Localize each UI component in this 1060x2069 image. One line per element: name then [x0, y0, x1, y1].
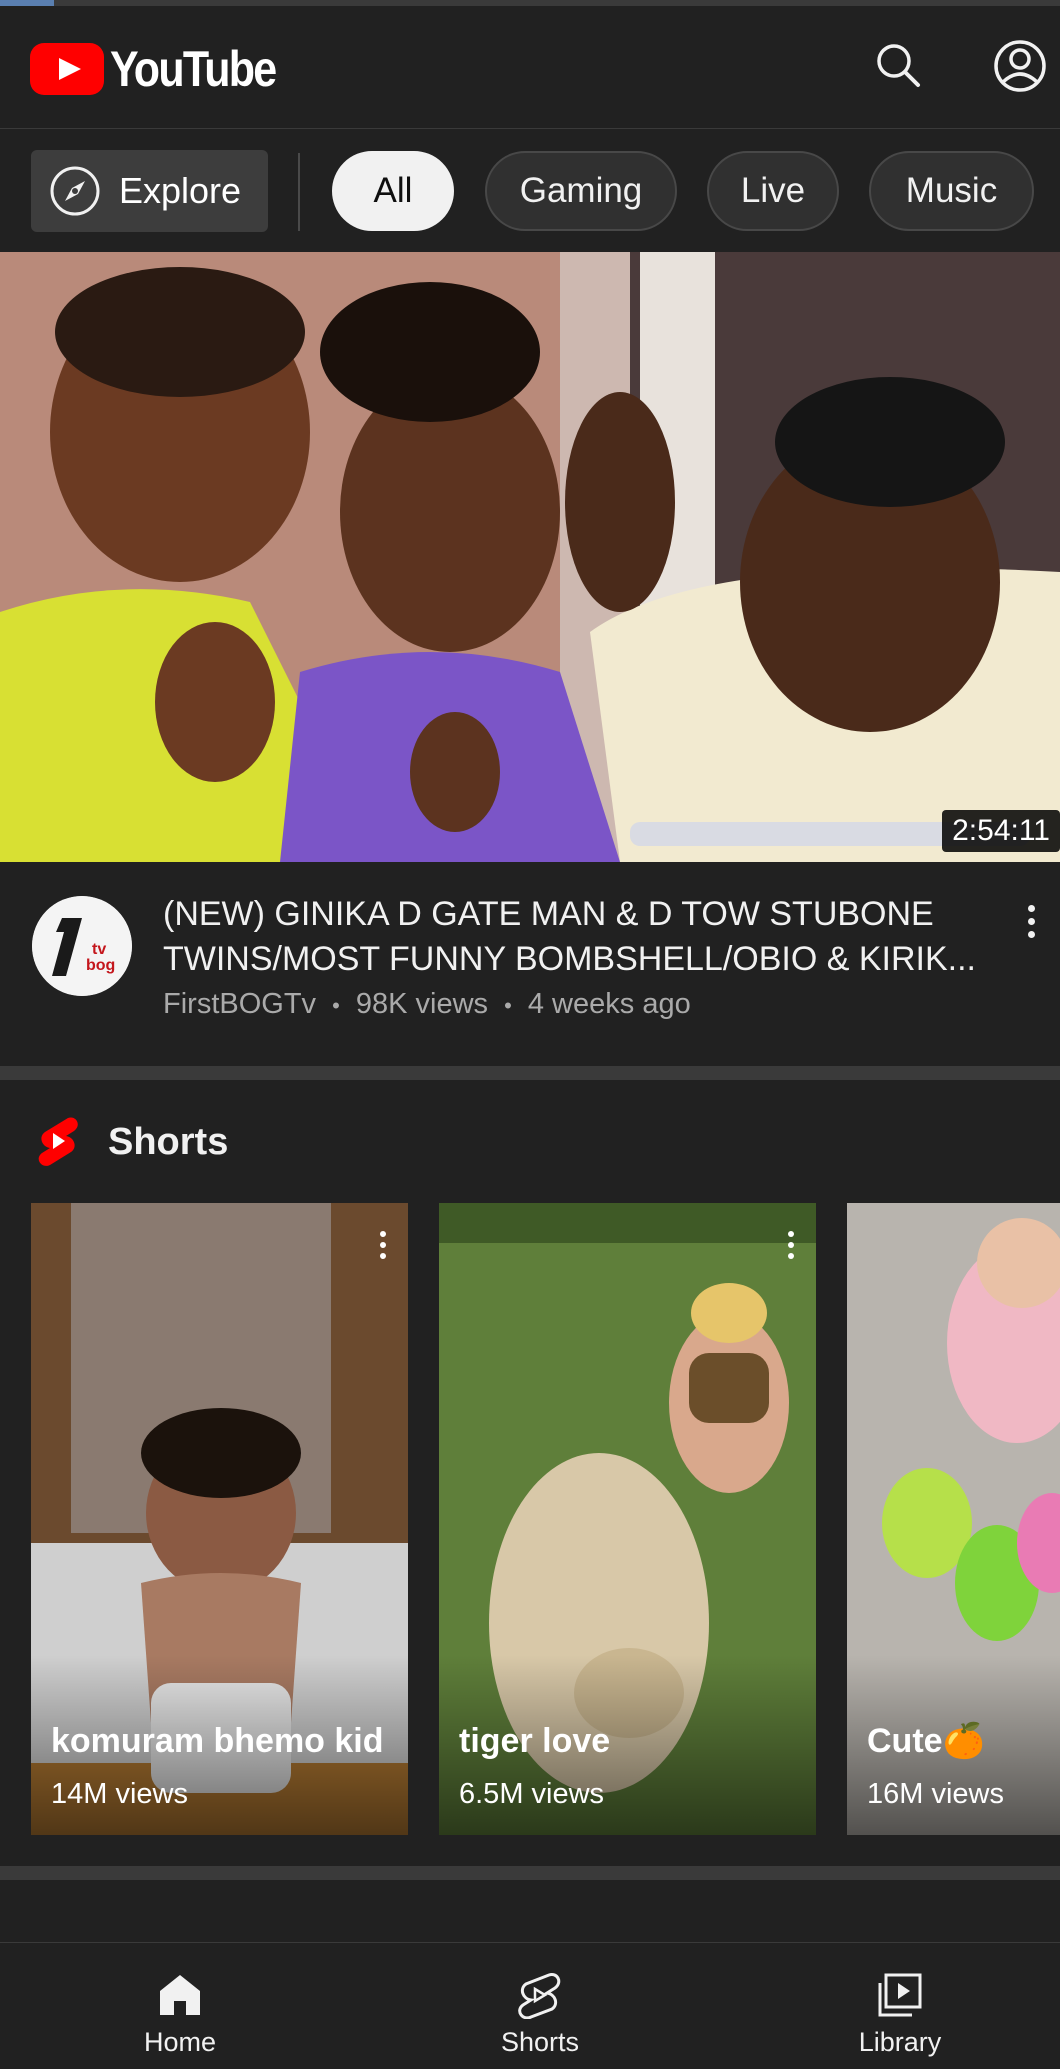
shorts-shelf-header: Shorts — [36, 1112, 228, 1172]
library-icon — [878, 1973, 922, 2017]
account-button[interactable] — [990, 36, 1050, 96]
section-divider — [0, 1066, 1060, 1080]
search-icon — [877, 44, 920, 87]
filter-chip-bar: Explore All Gaming Live Music — [0, 128, 1060, 252]
upload-age: 4 weeks ago — [527, 988, 691, 1020]
more-vert-dot — [380, 1242, 386, 1248]
explore-label: Explore — [119, 170, 242, 211]
svg-text:tv: tv — [92, 941, 106, 958]
nav-home[interactable]: Home — [80, 1943, 280, 2069]
nav-library[interactable]: Library — [800, 1943, 1000, 2069]
video-duration-badge: 2:54:11 — [942, 810, 1060, 852]
short-more-options-button[interactable] — [378, 1231, 388, 1264]
featured-video-thumbnail[interactable]: 2:54:11 — [0, 252, 1060, 862]
more-vert-icon — [788, 1231, 794, 1237]
shorts-icon — [518, 1972, 561, 2019]
video-metadata: FirstBOGTv • 98K views • 4 weeks ago — [163, 988, 691, 1021]
account-circle-icon — [994, 40, 1046, 92]
short-title: tiger love — [459, 1722, 611, 1760]
more-vert-dot — [380, 1253, 386, 1259]
more-vert-icon — [380, 1231, 386, 1237]
compass-icon — [50, 166, 100, 216]
nav-shorts-label: Shorts — [500, 2027, 580, 2057]
more-vert-dot — [1027, 931, 1035, 938]
chip-music[interactable]: Music — [869, 151, 1034, 231]
chip-gaming[interactable]: Gaming — [485, 151, 677, 231]
video-title[interactable]: (NEW) GINIKA D GATE MAN & D TOW STUBONE … — [163, 892, 983, 982]
chip-all[interactable]: All — [332, 151, 454, 231]
short-title: Cute🍊 — [867, 1722, 985, 1760]
top-app-bar: YouTube — [0, 6, 1060, 128]
short-views: 6.5M views — [459, 1778, 605, 1810]
more-vert-dot — [1027, 918, 1035, 925]
svg-text:bog: bog — [86, 957, 115, 974]
search-button[interactable] — [868, 36, 928, 96]
thumbnail-image — [0, 252, 1060, 862]
more-vert-icon — [1027, 905, 1035, 912]
section-divider — [0, 1866, 1060, 1880]
short-card[interactable]: Cute🍊 16M views — [847, 1203, 1060, 1835]
view-count: 98K views — [355, 988, 489, 1020]
meta-separator: • — [332, 993, 340, 1018]
home-icon — [160, 1975, 200, 2015]
channel-name[interactable]: FirstBOGTv — [163, 988, 316, 1020]
more-vert-dot — [788, 1242, 794, 1248]
short-more-options-button[interactable] — [786, 1231, 796, 1264]
chip-divider — [298, 153, 300, 231]
video-more-options-button[interactable] — [1016, 900, 1046, 960]
nav-library-label: Library — [858, 2027, 942, 2057]
shorts-logo-icon — [38, 1117, 78, 1166]
channel-avatar[interactable]: tv bog — [32, 896, 132, 996]
meta-separator: • — [504, 993, 512, 1018]
short-card[interactable]: tiger love 6.5M views — [439, 1203, 816, 1835]
short-card[interactable]: komuram bhemo kid 14M views — [31, 1203, 408, 1835]
short-views: 14M views — [51, 1778, 188, 1810]
short-views: 16M views — [867, 1778, 1004, 1810]
nav-shorts[interactable]: Shorts — [440, 1943, 640, 2069]
short-title: komuram bhemo kid — [51, 1722, 384, 1760]
shorts-heading: Shorts — [108, 1120, 229, 1163]
chip-live[interactable]: Live — [707, 151, 839, 231]
explore-button[interactable]: Explore — [31, 150, 268, 232]
more-vert-dot — [788, 1253, 794, 1259]
bottom-navigation-bar: Home Shorts Library — [0, 1942, 1060, 2069]
youtube-play-logo-icon — [30, 43, 104, 95]
nav-home-label: Home — [143, 2027, 217, 2057]
channel-logo-icon: tv bog — [32, 896, 132, 996]
youtube-logo[interactable]: YouTube — [30, 40, 302, 98]
featured-video-info[interactable]: tv bog (NEW) GINIKA D GATE MAN & D TOW S… — [0, 862, 1060, 1068]
logo-wordmark: YouTube — [110, 41, 277, 97]
